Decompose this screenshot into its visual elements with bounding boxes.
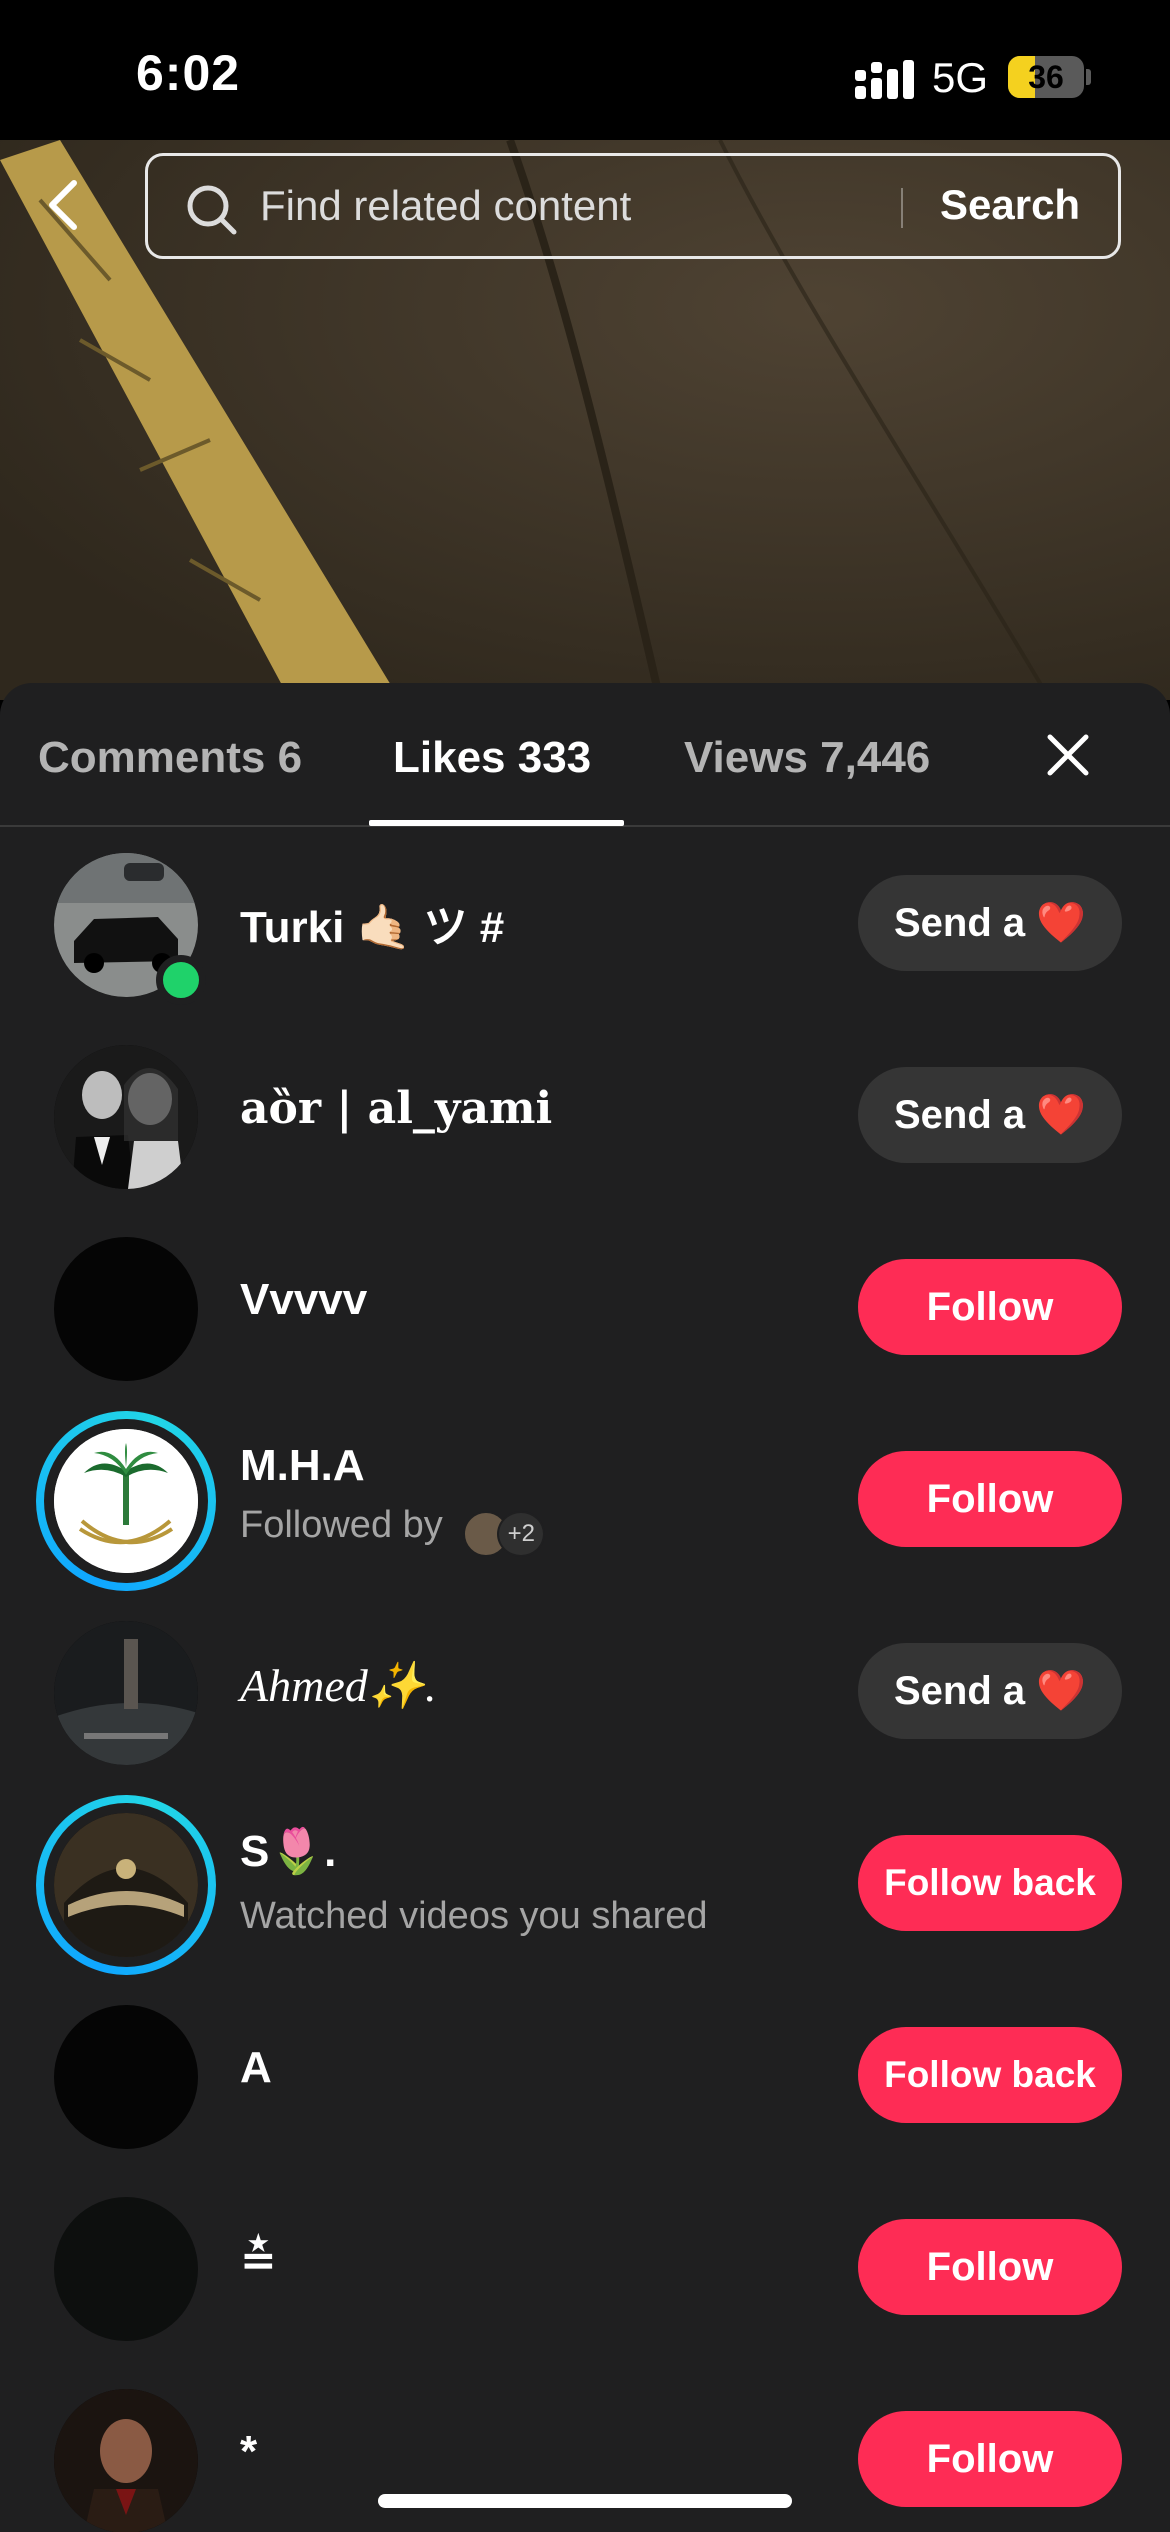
list-item[interactable]: ≛ Follow — [0, 2171, 1170, 2363]
engagement-sheet: Comments 6 Likes 333 Views 7,446 Turki 🤙 — [0, 683, 1170, 2532]
username[interactable]: A — [240, 2043, 272, 2093]
search-divider — [901, 188, 903, 228]
send-heart-button[interactable]: Send a ❤️ — [858, 1067, 1122, 1163]
follow-button[interactable]: Follow — [858, 1451, 1122, 1547]
username[interactable]: * — [240, 2427, 257, 2477]
cellular-signal-icon — [855, 60, 914, 99]
avatar-image — [54, 1621, 198, 1765]
username[interactable]: Vvvvv — [240, 1275, 367, 1325]
list-item[interactable]: aȍr | al_yami Send a ❤️ — [0, 1019, 1170, 1211]
username[interactable]: Ahmed✨. — [240, 1659, 437, 1713]
status-time: 6:02 — [136, 45, 241, 101]
follow-button[interactable]: Follow — [858, 2411, 1122, 2507]
avatar[interactable] — [54, 2389, 198, 2532]
activity-text: Watched videos you shared — [240, 1895, 708, 1937]
battery-icon: 36 — [1008, 56, 1091, 98]
mutual-followers-text: Followed by +2 — [240, 1503, 553, 1557]
list-item[interactable]: M.H.A Followed by +2 Follow — [0, 1403, 1170, 1595]
avatar[interactable] — [54, 1045, 198, 1189]
avatar[interactable] — [54, 1237, 198, 1381]
close-button[interactable] — [1042, 729, 1094, 781]
list-item[interactable]: A Follow back — [0, 1979, 1170, 2171]
search-bar[interactable]: Find related content Search — [145, 153, 1121, 259]
online-status-dot — [156, 955, 206, 1005]
avatar[interactable] — [54, 1621, 198, 1765]
avatar[interactable] — [54, 2005, 198, 2149]
avatar[interactable] — [54, 2197, 198, 2341]
avatar-image — [54, 1813, 198, 1957]
network-type: 5G — [932, 54, 989, 101]
avatar-image — [54, 1429, 198, 1573]
avatar-image — [54, 2005, 198, 2149]
username[interactable]: M.H.A — [240, 1441, 365, 1491]
list-item[interactable]: Vvvvv Follow — [0, 1211, 1170, 1403]
list-item[interactable]: Turki 🤙🏻 ツ # Send a ❤️ — [0, 827, 1170, 1019]
battery-level: 36 — [1028, 59, 1064, 95]
follow-back-button[interactable]: Follow back — [858, 2027, 1122, 2123]
back-button[interactable] — [36, 175, 96, 235]
avatar-image — [54, 2197, 198, 2341]
mutual-followers-count: +2 — [497, 1511, 546, 1557]
username[interactable]: Turki 🤙🏻 ツ # — [240, 891, 504, 955]
list-item[interactable]: S🌷. Watched videos you shared Follow bac… — [0, 1787, 1170, 1979]
search-input[interactable]: Find related content — [260, 182, 631, 230]
search-button[interactable]: Search — [940, 181, 1080, 229]
send-heart-button[interactable]: Send a ❤️ — [858, 875, 1122, 971]
avatar[interactable] — [36, 1411, 216, 1591]
list-item[interactable]: Ahmed✨. Send a ❤️ — [0, 1595, 1170, 1787]
tab-bar: Comments 6 Likes 333 Views 7,446 — [0, 683, 1170, 827]
follow-button[interactable]: Follow — [858, 1259, 1122, 1355]
home-indicator[interactable] — [378, 2494, 792, 2508]
tab-views[interactable]: Views 7,446 — [684, 733, 940, 783]
tab-likes[interactable]: Likes 333 — [393, 733, 591, 783]
palm-swords-emblem-icon — [54, 1429, 198, 1573]
mutual-followers-avatars: +2 — [463, 1511, 553, 1559]
avatar-image — [54, 1237, 198, 1381]
avatar[interactable] — [54, 853, 206, 1005]
username[interactable]: S🌷. — [240, 1825, 336, 1877]
status-bar: 6:02 5G 36 — [0, 0, 1170, 140]
search-icon — [187, 185, 237, 235]
tab-comments[interactable]: Comments 6 — [38, 733, 302, 783]
username[interactable]: ≛ — [240, 2235, 277, 2286]
follow-back-button[interactable]: Follow back — [858, 1835, 1122, 1931]
username[interactable]: aȍr | al_yami — [240, 1083, 552, 1134]
avatar-image — [54, 2389, 198, 2532]
send-heart-button[interactable]: Send a ❤️ — [858, 1643, 1122, 1739]
avatar[interactable] — [36, 1795, 216, 1975]
active-tab-indicator — [369, 820, 624, 826]
avatar-image — [54, 1045, 198, 1189]
follow-button[interactable]: Follow — [858, 2219, 1122, 2315]
